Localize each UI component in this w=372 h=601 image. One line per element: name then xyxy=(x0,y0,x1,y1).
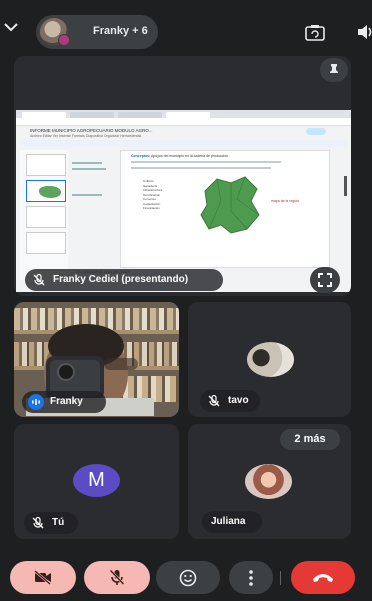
shared-doc-title: INFORME MUNICIPIO AGROPECUARIO MODULO AG… xyxy=(30,128,153,133)
participant-tile-juliana[interactable]: 2 más Juliana xyxy=(188,424,351,539)
slide-list: Cultivos Ganadería Infraestructura Tecni… xyxy=(143,179,163,210)
speaking-icon xyxy=(28,394,44,410)
end-call-button[interactable] xyxy=(291,561,355,594)
avatar xyxy=(245,464,292,499)
microphone-toggle-button[interactable] xyxy=(84,561,150,594)
emoji-icon xyxy=(179,569,197,587)
camera-off-icon xyxy=(34,570,51,585)
more-options-button[interactable] xyxy=(229,561,273,594)
shared-share-button xyxy=(306,128,326,135)
avatar xyxy=(247,342,294,377)
region-map xyxy=(200,176,260,234)
reactions-button[interactable] xyxy=(156,561,220,594)
call-end-icon xyxy=(313,574,333,582)
controls-divider xyxy=(280,571,281,585)
side-outline xyxy=(70,150,112,230)
mic-off-icon xyxy=(33,273,45,286)
top-bar: Franky + 6 xyxy=(0,0,372,56)
browser-tabs xyxy=(16,110,351,118)
participant-name: Tú xyxy=(52,517,65,528)
participant-name: Franky xyxy=(50,396,83,407)
address-bar xyxy=(16,118,351,126)
slide-canvas: Conceptos: Apoyos del municipio en la ca… xyxy=(120,150,330,268)
participant-tile-tavo[interactable]: tavo xyxy=(188,302,351,417)
camera-toggle-button[interactable] xyxy=(10,561,76,594)
mic-off-icon xyxy=(109,569,125,585)
participant-name-tag-franky: Franky xyxy=(22,391,106,413)
shared-doc-menu: Archivo Editar Ver Insertar Formato Diap… xyxy=(30,134,142,138)
participant-name: tavo xyxy=(228,395,249,406)
presenter-name-tag: Franky Cediel (presentando) xyxy=(25,269,223,291)
slide-red-note: mapa de la región xyxy=(271,199,300,203)
participant-tile-franky[interactable]: Franky xyxy=(14,302,179,417)
participant-name-tag-juliana: Juliana xyxy=(202,511,262,533)
presenter-label: Franky Cediel (presentando) xyxy=(53,274,189,285)
pin-button[interactable] xyxy=(320,58,348,82)
switch-camera-icon[interactable] xyxy=(304,23,326,43)
shared-scrollbar xyxy=(344,176,347,196)
participant-tile-self[interactable]: M Tú xyxy=(14,424,179,539)
more-participants-badge[interactable]: 2 más xyxy=(280,429,340,450)
speaker-icon[interactable] xyxy=(356,23,372,41)
presenting-badge xyxy=(58,34,70,46)
mic-off-icon xyxy=(32,516,44,529)
more-vert-icon xyxy=(249,570,253,586)
participant-name: Juliana xyxy=(211,516,246,527)
slide-heading: Conceptos: Apoyos del municipio en la ca… xyxy=(131,154,229,158)
chevron-down-icon[interactable] xyxy=(2,20,20,34)
pin-icon xyxy=(330,64,338,77)
call-participants-label: Franky + 6 xyxy=(93,25,148,37)
mic-off-icon xyxy=(208,394,220,407)
participant-name-tag-tavo: tavo xyxy=(200,390,260,412)
fullscreen-icon xyxy=(318,273,332,287)
presentation-tile[interactable]: INFORME MUNICIPIO AGROPECUARIO MODULO AG… xyxy=(14,56,351,296)
fullscreen-button[interactable] xyxy=(310,267,340,293)
participants-pill[interactable]: Franky + 6 xyxy=(36,15,158,49)
slide-thumbnails xyxy=(20,150,68,280)
meet-call-screen: Franky + 6 INFORME MUNICIPIO AGROPECUARI… xyxy=(0,0,372,601)
call-controls xyxy=(0,551,372,601)
shared-screen: INFORME MUNICIPIO AGROPECUARIO MODULO AG… xyxy=(16,110,351,292)
shared-toolbar xyxy=(20,140,347,147)
participant-name-tag-self: Tú xyxy=(24,512,78,534)
avatar: M xyxy=(73,464,120,497)
